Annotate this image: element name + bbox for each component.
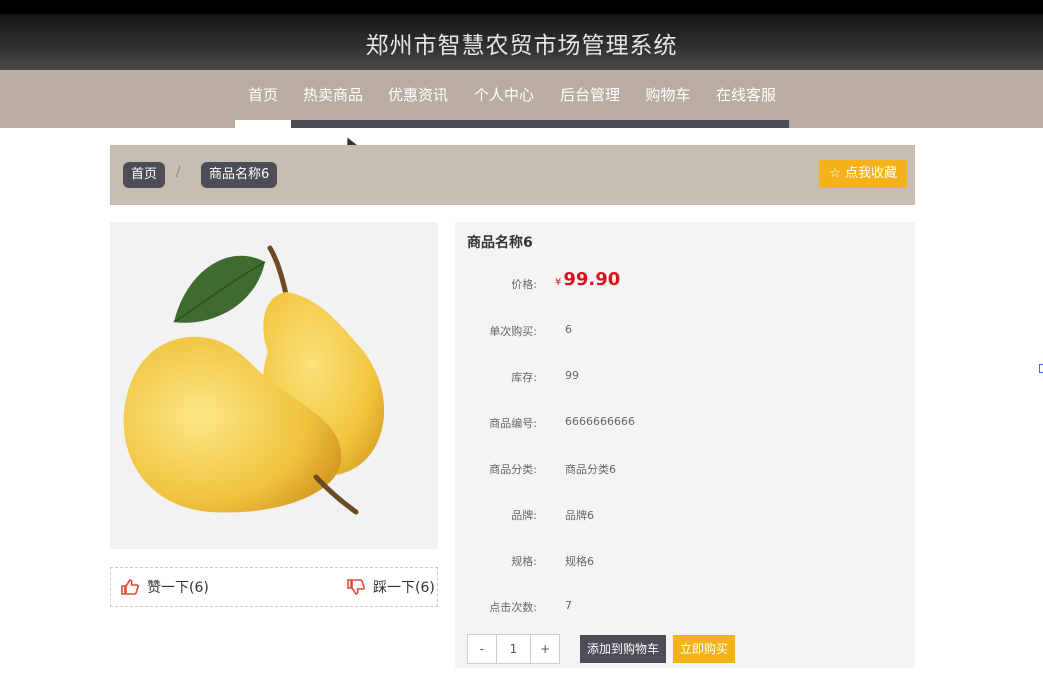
edge-widget[interactable] [1039, 364, 1043, 373]
nav-item-label: 在线客服 [715, 86, 776, 104]
currency-symbol: ¥ [555, 277, 562, 288]
pear-image [123, 245, 385, 515]
detail-label: 点击次数: [489, 601, 537, 614]
detail-row-purchase-limit: 单次购买: 6 [455, 323, 915, 343]
quantity-increase-button[interactable]: + [530, 635, 559, 663]
vote-bar: 赞一下(6) 踩一下(6) [110, 567, 438, 607]
nav-item-label: 热卖商品 [302, 86, 363, 104]
nav-item-admin[interactable]: 后台管理 [547, 70, 633, 128]
detail-value: 6 [565, 323, 572, 336]
quantity-decrease-button[interactable]: - [468, 635, 497, 663]
price-label: 价格: [511, 278, 537, 291]
nav-item-promotions[interactable]: 优惠资讯 [375, 70, 461, 128]
nav-item-cart[interactable]: 购物车 [633, 70, 703, 128]
quantity-input[interactable]: 1 [497, 635, 531, 663]
breadcrumb: 首页 / 商品名称6 ☆ 点我收藏 [110, 145, 915, 205]
thumbs-down-icon [347, 579, 365, 595]
nav-item-label: 首页 [247, 86, 278, 104]
product-image [110, 222, 438, 549]
product-title: 商品名称6 [467, 235, 533, 251]
detail-label: 单次购买: [489, 325, 537, 338]
thumbs-up-icon [121, 579, 139, 595]
detail-row-spec: 规格: 规格6 [455, 553, 915, 573]
favorite-label: 点我收藏 [844, 166, 897, 181]
product-price: ¥99.90 [555, 269, 620, 290]
breadcrumb-current[interactable]: 商品名称6 [201, 162, 278, 188]
detail-label: 规格: [511, 555, 537, 568]
add-to-cart-button[interactable]: 添加到购物车 [580, 635, 666, 663]
top-strip [0, 0, 1043, 14]
nav-active-indicator [235, 120, 291, 128]
nav-item-label: 购物车 [645, 86, 691, 104]
nav-item-hot-products[interactable]: 热卖商品 [291, 70, 375, 128]
main-nav: 首页 热卖商品 优惠资讯 个人中心 后台管理 购物车 在线客服 [0, 70, 1043, 128]
buy-now-button[interactable]: 立即购买 [673, 635, 735, 663]
star-outline-icon: ☆ [829, 166, 841, 181]
site-header: 郑州市智慧农贸市场管理系统 [0, 14, 1043, 70]
nav-item-label: 优惠资讯 [387, 86, 448, 104]
price-value: 99.90 [563, 269, 621, 290]
detail-label: 品牌: [511, 509, 537, 522]
detail-value: 规格6 [565, 555, 594, 568]
like-label: 赞一下(6) [147, 580, 209, 596]
detail-value: 6666666666 [565, 415, 635, 428]
product-info: 商品名称6 价格: ¥99.90 单次购买: 6 库存: 99 商品编号: 66… [455, 222, 915, 668]
nav-item-support[interactable]: 在线客服 [703, 70, 789, 128]
breadcrumb-separator: / [176, 165, 181, 180]
detail-row-clicks: 点击次数: 7 [455, 599, 915, 619]
favorite-button[interactable]: ☆ 点我收藏 [819, 160, 907, 188]
nav-item-label: 后台管理 [559, 86, 620, 104]
nav-item-label: 个人中心 [473, 86, 534, 104]
breadcrumb-home[interactable]: 首页 [123, 162, 166, 188]
detail-value: 99 [565, 369, 579, 382]
dislike-label: 踩一下(6) [373, 580, 435, 596]
like-button[interactable]: 赞一下(6) [121, 577, 209, 597]
detail-row-category: 商品分类: 商品分类6 [455, 461, 915, 481]
dislike-button[interactable]: 踩一下(6) [347, 577, 435, 597]
detail-row-product-number: 商品编号: 6666666666 [455, 415, 915, 435]
detail-value: 商品分类6 [565, 463, 616, 476]
detail-value: 7 [565, 599, 572, 612]
nav-item-home[interactable]: 首页 [235, 70, 291, 128]
detail-row-brand: 品牌: 品牌6 [455, 507, 915, 527]
quantity-stepper: - 1 + [467, 634, 560, 664]
detail-label: 商品分类: [489, 463, 537, 476]
detail-label: 库存: [511, 371, 537, 384]
detail-value: 品牌6 [565, 509, 594, 522]
site-title: 郑州市智慧农贸市场管理系统 [365, 33, 678, 59]
detail-label: 商品编号: [489, 417, 537, 430]
nav-item-profile[interactable]: 个人中心 [461, 70, 547, 128]
detail-row-stock: 库存: 99 [455, 369, 915, 389]
